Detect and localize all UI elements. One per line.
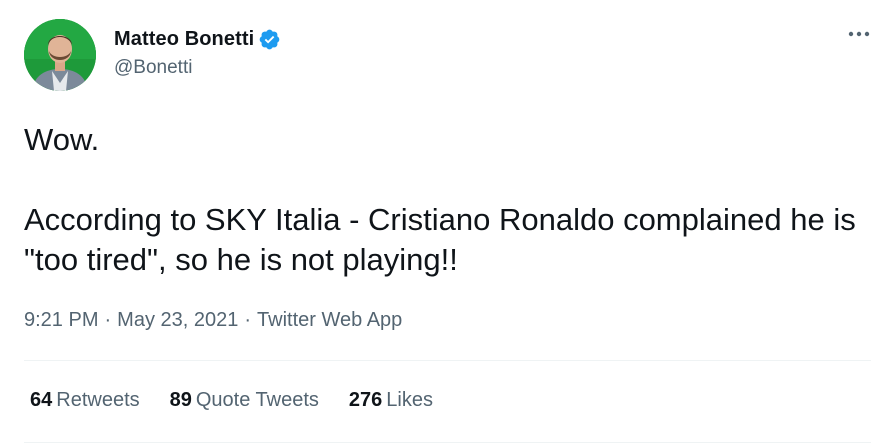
meta-separator: · [104,309,112,331]
tweet-time[interactable]: 9:21 PM [24,309,98,332]
name-row: Matteo Bonetti [114,26,281,52]
display-name[interactable]: Matteo Bonetti [114,28,254,51]
tweet-card: Matteo Bonetti @Bonetti Wow. According t… [0,0,893,446]
avatar-photo [24,19,96,91]
retweets-label: Retweets [56,389,140,411]
quote-tweets-stat[interactable]: 89 Quote Tweets [170,389,319,412]
tweet-date[interactable]: May 23, 2021 [117,309,238,332]
engagement-stats: 64 Retweets 89 Quote Tweets 276 Likes [30,389,463,412]
tweet-text: Wow. According to SKY Italia - Cristiano… [24,122,856,277]
retweets-stat[interactable]: 64 Retweets [30,389,140,412]
handle[interactable]: @Bonetti [114,57,281,79]
likes-label: Likes [386,389,433,411]
author-info: Matteo Bonetti @Bonetti [114,26,281,79]
verified-badge-icon [258,28,281,51]
likes-count: 276 [348,389,383,411]
avatar[interactable] [24,19,96,91]
divider [24,360,871,361]
tweet-meta: 9:21 PM · May 23, 2021 · Twitter Web App [24,309,402,332]
retweets-count: 64 [30,389,53,411]
divider [24,442,871,443]
meta-separator: · [244,309,252,331]
quote-tweets-count: 89 [169,389,192,411]
more-options-icon[interactable] [845,24,873,44]
quote-tweets-label: Quote Tweets [195,389,319,411]
tweet-source[interactable]: Twitter Web App [257,309,402,332]
likes-stat[interactable]: 276 Likes [349,389,433,412]
